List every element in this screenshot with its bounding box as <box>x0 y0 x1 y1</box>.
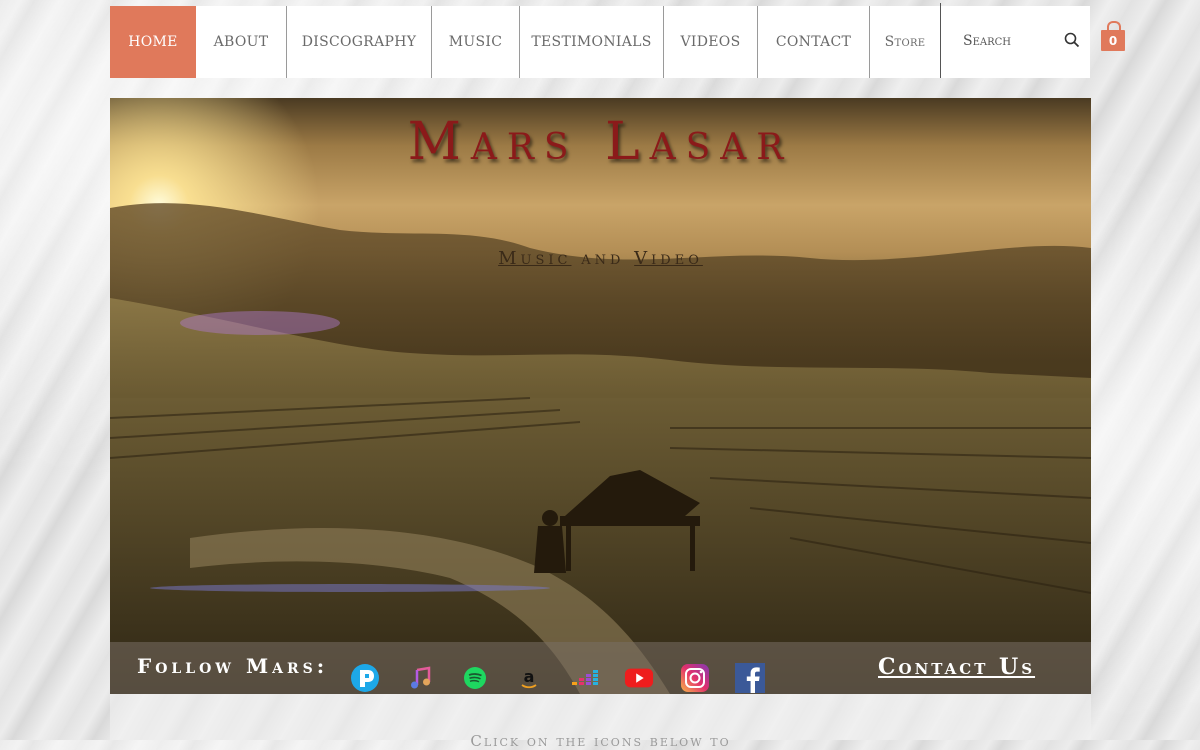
nav-home[interactable]: HOME <box>110 6 196 78</box>
deezer-icon[interactable] <box>570 663 600 693</box>
search-box[interactable]: Search <box>940 3 1090 78</box>
nav-music[interactable]: MUSIC <box>432 6 520 78</box>
nav-videos[interactable]: VIDEOS <box>664 6 758 78</box>
youtube-icon[interactable] <box>624 663 654 693</box>
lower-panel: Click on the icons below to <box>110 694 1091 750</box>
nav-testimonials[interactable]: TESTIMONIALS <box>520 6 664 78</box>
nav-store[interactable]: Store <box>870 6 940 78</box>
amazon-icon[interactable]: a <box>514 663 544 693</box>
search-icon[interactable] <box>1064 32 1080 48</box>
apple-music-icon[interactable] <box>406 663 436 693</box>
page-title: Mars Lasar <box>407 112 794 172</box>
search-input[interactable]: Search <box>963 33 1011 49</box>
hero-subtitle: Music and Video <box>110 248 1091 269</box>
follow-label: Follow Mars: <box>137 654 329 678</box>
hero-banner: Mars Lasar Music and Video <box>110 98 1091 694</box>
cart-button[interactable]: 0 <box>1101 21 1125 51</box>
contact-us-link[interactable]: Contact Us <box>878 654 1035 680</box>
cart-count: 0 <box>1101 30 1125 51</box>
follow-bar: Follow Mars: a Contact Us <box>110 642 1091 694</box>
svg-text:a: a <box>524 667 535 686</box>
nav-about[interactable]: ABOUT <box>196 6 287 78</box>
nav-discography[interactable]: DISCOGRAPHY <box>287 6 432 78</box>
music-link[interactable]: Music <box>498 248 571 269</box>
instagram-icon[interactable] <box>680 663 710 693</box>
spotify-icon[interactable] <box>460 663 490 693</box>
facebook-icon[interactable] <box>735 663 765 693</box>
video-link[interactable]: Video <box>634 248 703 269</box>
vineyard-piano-image <box>110 203 1091 694</box>
top-navigation: HOME ABOUT DISCOGRAPHY MUSIC TESTIMONIAL… <box>110 3 1090 78</box>
pandora-icon[interactable] <box>350 663 380 693</box>
nav-contact[interactable]: CONTACT <box>758 6 870 78</box>
subtitle-joiner: and <box>581 248 625 269</box>
lower-instruction-text: Click on the icons below to <box>470 732 731 750</box>
